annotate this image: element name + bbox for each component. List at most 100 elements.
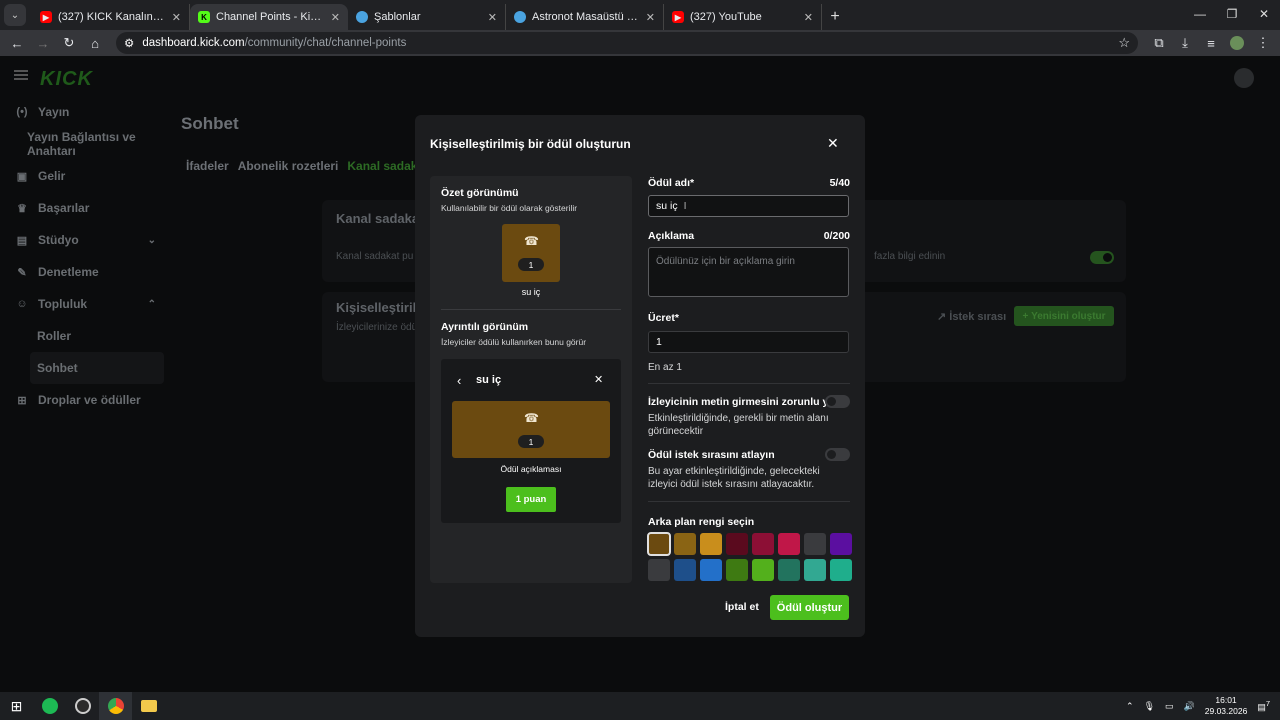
require-text-toggle[interactable] bbox=[825, 395, 850, 408]
menu-icon[interactable]: ⋮ bbox=[1252, 32, 1274, 54]
color-swatch[interactable] bbox=[804, 559, 826, 581]
sidebar-item-label: Yayın bbox=[38, 105, 70, 119]
learn-more-link[interactable]: fazla bilgi edinin bbox=[874, 251, 945, 262]
download-icon[interactable]: ⤓ bbox=[1174, 32, 1196, 54]
color-swatch[interactable] bbox=[752, 533, 774, 555]
color-swatch[interactable] bbox=[830, 559, 852, 581]
color-swatch[interactable] bbox=[647, 532, 671, 556]
request-queue-button[interactable]: ↗ İstek sırası bbox=[937, 310, 1006, 323]
taskbar-app[interactable] bbox=[66, 692, 99, 720]
description-textarea[interactable]: Ödülünüz için bir açıklama girin bbox=[648, 247, 849, 297]
sidebar-item-topluluk[interactable]: ☺ Topluluk ⌃ bbox=[0, 288, 172, 320]
close-window-icon[interactable]: ✕ bbox=[1248, 0, 1280, 28]
color-swatch[interactable] bbox=[830, 533, 852, 555]
color-swatch[interactable] bbox=[674, 533, 696, 555]
sidebar-item-label: Topluluk bbox=[38, 297, 88, 311]
sidebar-item-stream-key[interactable]: Yayın Bağlantısı ve Anahtarı bbox=[0, 128, 172, 160]
close-icon[interactable]: ✕ bbox=[827, 135, 839, 152]
queue-icon: ↗ bbox=[937, 311, 950, 323]
sidebar-item-denetleme[interactable]: ✎ Denetleme bbox=[0, 256, 172, 288]
back-icon[interactable]: ← bbox=[6, 32, 28, 54]
sidebar-item-label: Gelir bbox=[38, 169, 66, 183]
color-swatch[interactable] bbox=[726, 559, 748, 581]
close-tab-icon[interactable]: ✕ bbox=[804, 11, 813, 24]
sidebar-item-yayin[interactable]: (•) Yayın bbox=[0, 96, 172, 128]
restore-icon[interactable]: ❐ bbox=[1216, 0, 1248, 28]
color-swatch[interactable] bbox=[648, 559, 670, 581]
taskbar-chrome[interactable] bbox=[99, 692, 132, 720]
sidebar-item-basarilar[interactable]: ♛ Başarılar bbox=[0, 192, 172, 224]
forward-icon[interactable]: → bbox=[32, 32, 54, 54]
main-tabs: İfadeler Abonelik rozetleri Kanal sadaka… bbox=[186, 159, 439, 173]
sidebar-item-label: Başarılar bbox=[38, 201, 90, 215]
close-tab-icon[interactable]: ✕ bbox=[646, 11, 655, 24]
new-tab-button[interactable]: + bbox=[822, 4, 848, 30]
chevron-up-icon[interactable]: ⌃ bbox=[1126, 701, 1134, 712]
create-reward-modal: Kişiselleştirilmiş bir ödül oluşturun ✕ … bbox=[415, 115, 865, 637]
sidebar-item-gelir[interactable]: ▣ Gelir bbox=[0, 160, 172, 192]
cancel-button[interactable]: İptal et bbox=[725, 601, 759, 613]
sidebar-item-studyo[interactable]: ▤ Stüdyo ⌄ bbox=[0, 224, 172, 256]
close-tab-icon[interactable]: ✕ bbox=[488, 11, 497, 24]
media-icon[interactable]: ≡ bbox=[1200, 32, 1222, 54]
tab-ifadeler[interactable]: İfadeler bbox=[186, 159, 229, 173]
color-swatches bbox=[647, 532, 853, 581]
reload-icon[interactable]: ↻ bbox=[58, 32, 80, 54]
profile-avatar[interactable] bbox=[1226, 32, 1248, 54]
system-tray: ⌃ 🎙 ▭ 🔊 16:01 29.03.2026 ▤7 bbox=[1126, 692, 1280, 720]
notification-icon[interactable]: ▤7 bbox=[1257, 699, 1270, 713]
chevron-up-icon: ⌃ bbox=[147, 298, 156, 310]
kick-logo[interactable]: KICK bbox=[40, 68, 93, 91]
skip-queue-toggle[interactable] bbox=[825, 448, 850, 461]
require-text-help: Etkinleştirildiğinde, gerekli bir metin … bbox=[648, 413, 829, 437]
create-new-button[interactable]: + Yenisini oluştur bbox=[1014, 306, 1114, 326]
color-label: Arka plan rengi seçin bbox=[648, 516, 755, 528]
browser-tab-active[interactable]: K Channel Points - Kick Dashboar ✕ bbox=[190, 4, 348, 30]
browser-tab[interactable]: ▶ (327) KICK Kanalını Özelleştir | K ✕ bbox=[32, 4, 190, 30]
clock[interactable]: 16:01 29.03.2026 bbox=[1205, 695, 1248, 717]
color-swatch[interactable] bbox=[778, 559, 800, 581]
color-swatch[interactable] bbox=[778, 533, 800, 555]
loyalty-toggle[interactable] bbox=[1090, 251, 1114, 264]
name-label: Ödül adı* bbox=[648, 177, 695, 189]
color-swatch[interactable] bbox=[752, 559, 774, 581]
taskbar-spotify[interactable] bbox=[33, 692, 66, 720]
bookmark-star-icon[interactable]: ☆ bbox=[1118, 35, 1130, 51]
color-swatch[interactable] bbox=[726, 533, 748, 555]
microphone-icon[interactable]: 🎙 bbox=[1144, 701, 1155, 712]
chevron-left-icon: ‹ bbox=[457, 373, 462, 388]
user-avatar[interactable] bbox=[1234, 68, 1254, 88]
minimize-icon[interactable]: — bbox=[1184, 0, 1216, 28]
color-swatch[interactable] bbox=[700, 533, 722, 555]
browser-tab[interactable]: Şablonlar ✕ bbox=[348, 4, 506, 30]
taskbar-explorer[interactable] bbox=[132, 692, 165, 720]
tab-search-button[interactable]: ⌄ bbox=[4, 4, 26, 26]
extensions-icon[interactable]: ⧉ bbox=[1148, 32, 1170, 54]
clock-time: 16:01 bbox=[1215, 695, 1237, 705]
color-swatch[interactable] bbox=[700, 559, 722, 581]
color-swatch[interactable] bbox=[804, 533, 826, 555]
close-tab-icon[interactable]: ✕ bbox=[172, 11, 181, 24]
tab-abonelik-rozetleri[interactable]: Abonelik rozetleri bbox=[238, 159, 339, 173]
summary-title: Özet görünümü bbox=[441, 187, 519, 199]
sidebar-item-sohbet[interactable]: Sohbet bbox=[30, 352, 164, 384]
browser-tab[interactable]: Astronot Masaüstü Duvar Kağıt ✕ bbox=[506, 4, 664, 30]
home-icon[interactable]: ⌂ bbox=[84, 32, 106, 54]
create-reward-button[interactable]: Ödül oluştur bbox=[770, 595, 849, 620]
color-swatch[interactable] bbox=[674, 559, 696, 581]
close-tab-icon[interactable]: ✕ bbox=[331, 11, 340, 24]
tab-title: Şablonlar bbox=[374, 11, 421, 23]
sidebar-item-droplar[interactable]: ⊞ Droplar ve ödüller bbox=[0, 384, 172, 416]
start-button[interactable]: ⊞ bbox=[0, 692, 33, 720]
site-info-icon[interactable]: ⚙ bbox=[124, 36, 134, 50]
network-icon[interactable]: ▭ bbox=[1165, 701, 1174, 712]
close-icon: ✕ bbox=[594, 374, 604, 386]
sidebar-item-roller[interactable]: Roller bbox=[0, 320, 172, 352]
cost-input[interactable]: 1 bbox=[648, 331, 849, 353]
volume-icon[interactable]: 🔊 bbox=[1184, 701, 1195, 712]
address-bar[interactable]: ⚙ dashboard.kick.com/community/chat/chan… bbox=[116, 32, 1138, 54]
browser-tab[interactable]: ▶ (327) YouTube ✕ bbox=[664, 4, 822, 30]
divider bbox=[441, 309, 621, 310]
hamburger-icon[interactable] bbox=[14, 70, 28, 80]
reward-name-input[interactable]: su iç I bbox=[648, 195, 849, 217]
